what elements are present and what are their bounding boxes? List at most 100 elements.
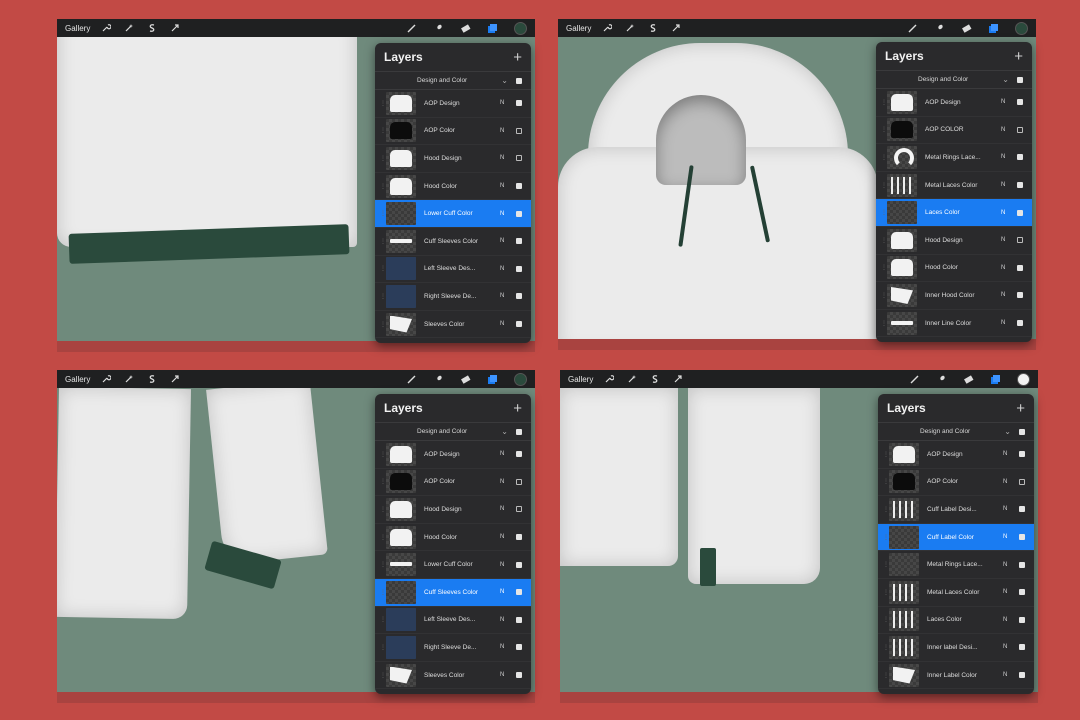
layer-row[interactable]: ⋮ Sleeves Color N <box>375 311 531 339</box>
blend-mode-button[interactable]: N <box>1001 210 1017 216</box>
layer-row[interactable]: ⋮ Right Sleeve De... N <box>375 283 531 311</box>
blend-mode-button[interactable]: N <box>500 128 516 134</box>
eraser-icon[interactable] <box>459 373 471 385</box>
magic-wand-icon[interactable] <box>624 22 636 34</box>
color-swatch[interactable] <box>1015 21 1028 35</box>
layer-row[interactable]: ⋮ Metal Laces Color N <box>876 172 1032 200</box>
visibility-checkbox[interactable] <box>516 644 522 651</box>
wrench-icon[interactable] <box>603 373 615 385</box>
visibility-checkbox[interactable] <box>516 589 522 596</box>
visibility-checkbox[interactable] <box>1019 534 1025 541</box>
blend-mode-button[interactable]: N <box>1001 265 1017 271</box>
add-layer-icon[interactable]: + <box>513 50 522 65</box>
visibility-checkbox[interactable] <box>1017 264 1023 271</box>
gallery-button[interactable]: Gallery <box>568 375 593 384</box>
brush-icon[interactable] <box>908 373 920 385</box>
layers-icon[interactable] <box>486 22 498 34</box>
layers-icon[interactable] <box>989 373 1001 385</box>
layer-row[interactable]: ⋮ Cuff Label Color N <box>878 523 1034 552</box>
blend-mode-button[interactable]: N <box>1001 292 1017 298</box>
visibility-checkbox[interactable] <box>516 155 522 162</box>
layer-row[interactable]: ⋮ Hood Color N <box>375 524 531 552</box>
layer-row[interactable]: ⋮ AOP Design N <box>375 90 531 118</box>
blend-mode-button[interactable]: N <box>1003 644 1019 650</box>
layer-row[interactable]: ⋮ Hood Design N <box>375 496 531 524</box>
layer-row[interactable]: ⋮ Metal Rings Lace... N <box>878 551 1034 579</box>
transform-arrow-icon[interactable] <box>670 22 682 34</box>
smudge-icon[interactable] <box>432 373 444 385</box>
visibility-checkbox[interactable] <box>1017 154 1023 161</box>
chevron-down-icon[interactable]: ⌄ <box>501 427 508 436</box>
layer-row[interactable]: ⋮ Lower Cuff Color N <box>375 200 531 228</box>
layer-row[interactable]: ⋮ Cuff Sleeves Color N <box>375 578 531 607</box>
layer-row[interactable]: ⋮ AOP COLOR N <box>876 117 1032 145</box>
eraser-icon[interactable] <box>962 373 974 385</box>
layer-row[interactable]: ⋮ Hood Color N <box>375 173 531 201</box>
layer-row[interactable]: ⋮ AOP Design N <box>876 89 1032 117</box>
visibility-checkbox[interactable] <box>1019 616 1025 623</box>
layers-icon[interactable] <box>987 22 999 34</box>
visibility-checkbox[interactable] <box>1019 644 1025 651</box>
color-swatch[interactable] <box>1017 372 1030 386</box>
layer-row[interactable]: ⋮ Laces Color N <box>876 199 1032 227</box>
layer-row[interactable]: ⋮ Right Sleeve De... N <box>375 634 531 662</box>
layer-row[interactable]: ⋮ Cuff Sleeves Color N <box>375 228 531 256</box>
magic-wand-icon[interactable] <box>123 373 135 385</box>
color-swatch[interactable] <box>514 372 527 386</box>
blend-mode-button[interactable]: N <box>500 589 516 595</box>
layer-row[interactable]: ⋮ Hood Color N <box>876 255 1032 283</box>
add-layer-icon[interactable]: + <box>1016 401 1025 416</box>
blend-mode-button[interactable]: N <box>1001 127 1017 133</box>
chevron-down-icon[interactable]: ⌄ <box>1004 427 1011 436</box>
visibility-checkbox[interactable] <box>1017 126 1023 133</box>
visibility-checkbox[interactable] <box>1017 320 1023 327</box>
selection-icon[interactable] <box>649 373 661 385</box>
blend-mode-button[interactable]: N <box>1003 562 1019 568</box>
chevron-down-icon[interactable]: ⌄ <box>501 76 508 85</box>
wrench-icon[interactable] <box>100 373 112 385</box>
blend-mode-button[interactable]: N <box>1001 182 1017 188</box>
blend-mode-button[interactable]: N <box>1003 506 1019 512</box>
visibility-checkbox[interactable] <box>516 321 522 328</box>
wrench-icon[interactable] <box>601 22 613 34</box>
layer-row[interactable]: ⋮ Inner Line Color N <box>876 310 1032 338</box>
layer-row[interactable]: ⋮ Left Sleeve Des... N <box>375 256 531 284</box>
add-layer-icon[interactable]: + <box>513 401 522 416</box>
blend-mode-button[interactable]: N <box>500 321 516 327</box>
blend-mode-button[interactable]: N <box>500 293 516 299</box>
blend-mode-button[interactable]: N <box>500 183 516 189</box>
layer-row[interactable]: ⋮ Lower Cuff Color N <box>375 551 531 579</box>
visibility-checkbox[interactable] <box>1019 478 1025 485</box>
blend-mode-button[interactable]: N <box>500 238 516 244</box>
layer-row[interactable]: ⋮ Inner label Desi... N <box>878 634 1034 662</box>
transform-arrow-icon[interactable] <box>169 373 181 385</box>
visibility-checkbox[interactable] <box>516 210 522 217</box>
blend-mode-button[interactable]: N <box>500 266 516 272</box>
layer-row[interactable]: ⋮ Hood Design N <box>876 227 1032 255</box>
visibility-checkbox[interactable] <box>516 183 522 190</box>
visibility-checkbox[interactable] <box>516 238 522 245</box>
blend-mode-button[interactable]: N <box>1003 534 1019 540</box>
layer-row[interactable]: ⋮ AOP Design N <box>375 441 531 469</box>
layer-group[interactable]: Design and Color ⌄ <box>876 70 1032 89</box>
visibility-checkbox[interactable] <box>516 616 522 623</box>
wrench-icon[interactable] <box>100 22 112 34</box>
visibility-checkbox[interactable] <box>516 451 522 458</box>
blend-mode-button[interactable]: N <box>500 479 516 485</box>
magic-wand-icon[interactable] <box>123 22 135 34</box>
blend-mode-button[interactable]: N <box>500 562 516 568</box>
visibility-checkbox[interactable] <box>516 478 522 485</box>
visibility-checkbox[interactable] <box>516 534 522 541</box>
transform-arrow-icon[interactable] <box>672 373 684 385</box>
blend-mode-button[interactable]: N <box>500 617 516 623</box>
color-swatch[interactable] <box>514 21 527 35</box>
layer-row[interactable]: ⋮ Cuff Label Desi... N <box>878 496 1034 524</box>
selection-icon[interactable] <box>647 22 659 34</box>
eraser-icon[interactable] <box>459 22 471 34</box>
magic-wand-icon[interactable] <box>626 373 638 385</box>
visibility-checkbox[interactable] <box>1017 99 1023 106</box>
visibility-checkbox[interactable] <box>516 561 522 568</box>
layer-group[interactable]: Design and Color ⌄ <box>878 422 1034 441</box>
layer-row[interactable]: ⋮ Inner Label Color N <box>878 662 1034 690</box>
visibility-checkbox[interactable] <box>516 100 522 107</box>
